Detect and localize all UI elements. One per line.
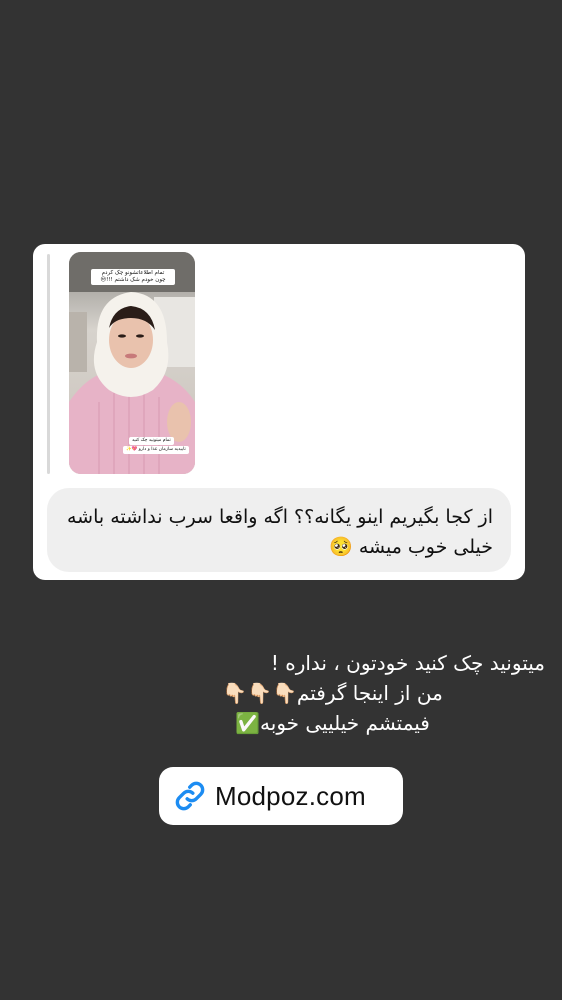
caption-line: میتونید چک کنید خودتون ، نداره ! [270, 651, 545, 675]
message-bubble: از کجا بگیریم اینو یگانه؟؟ اگه واقعا سرب… [47, 488, 511, 572]
story-reply-thumbnail[interactable]: تمام اطلاعاتشونو چک کردم چون خودم شک داش… [69, 252, 195, 474]
story-screen: تمام اطلاعاتشونو چک کردم چون خودم شک داش… [0, 0, 562, 1000]
story-caption: میتونید چک کنید خودتون ، نداره ! من از ا… [150, 648, 545, 738]
message-text: از کجا بگیریم اینو یگانه؟؟ اگه واقعا سرب… [66, 506, 493, 558]
caption-line: فیمتشم خیلییی خوبه✅ [235, 711, 430, 735]
caption-line: من از اینجا گرفتم👇🏻👇🏻👇🏻 [222, 681, 443, 705]
link-icon [173, 779, 207, 813]
reply-indicator-bar [47, 254, 50, 474]
story-text-sticker: تاییدیه سازمان غذا و دارو 💖✨ [123, 446, 189, 454]
story-text-sticker: تمام میتونید چک کنید [129, 437, 174, 445]
link-sticker[interactable]: Modpoz.com [159, 767, 403, 825]
quoted-dm-card: تمام اطلاعاتشونو چک کردم چون خودم شک داش… [33, 244, 525, 580]
story-caption-sticker: تمام اطلاعاتشونو چک کردم چون خودم شک داش… [91, 269, 175, 285]
link-label: Modpoz.com [215, 780, 366, 811]
